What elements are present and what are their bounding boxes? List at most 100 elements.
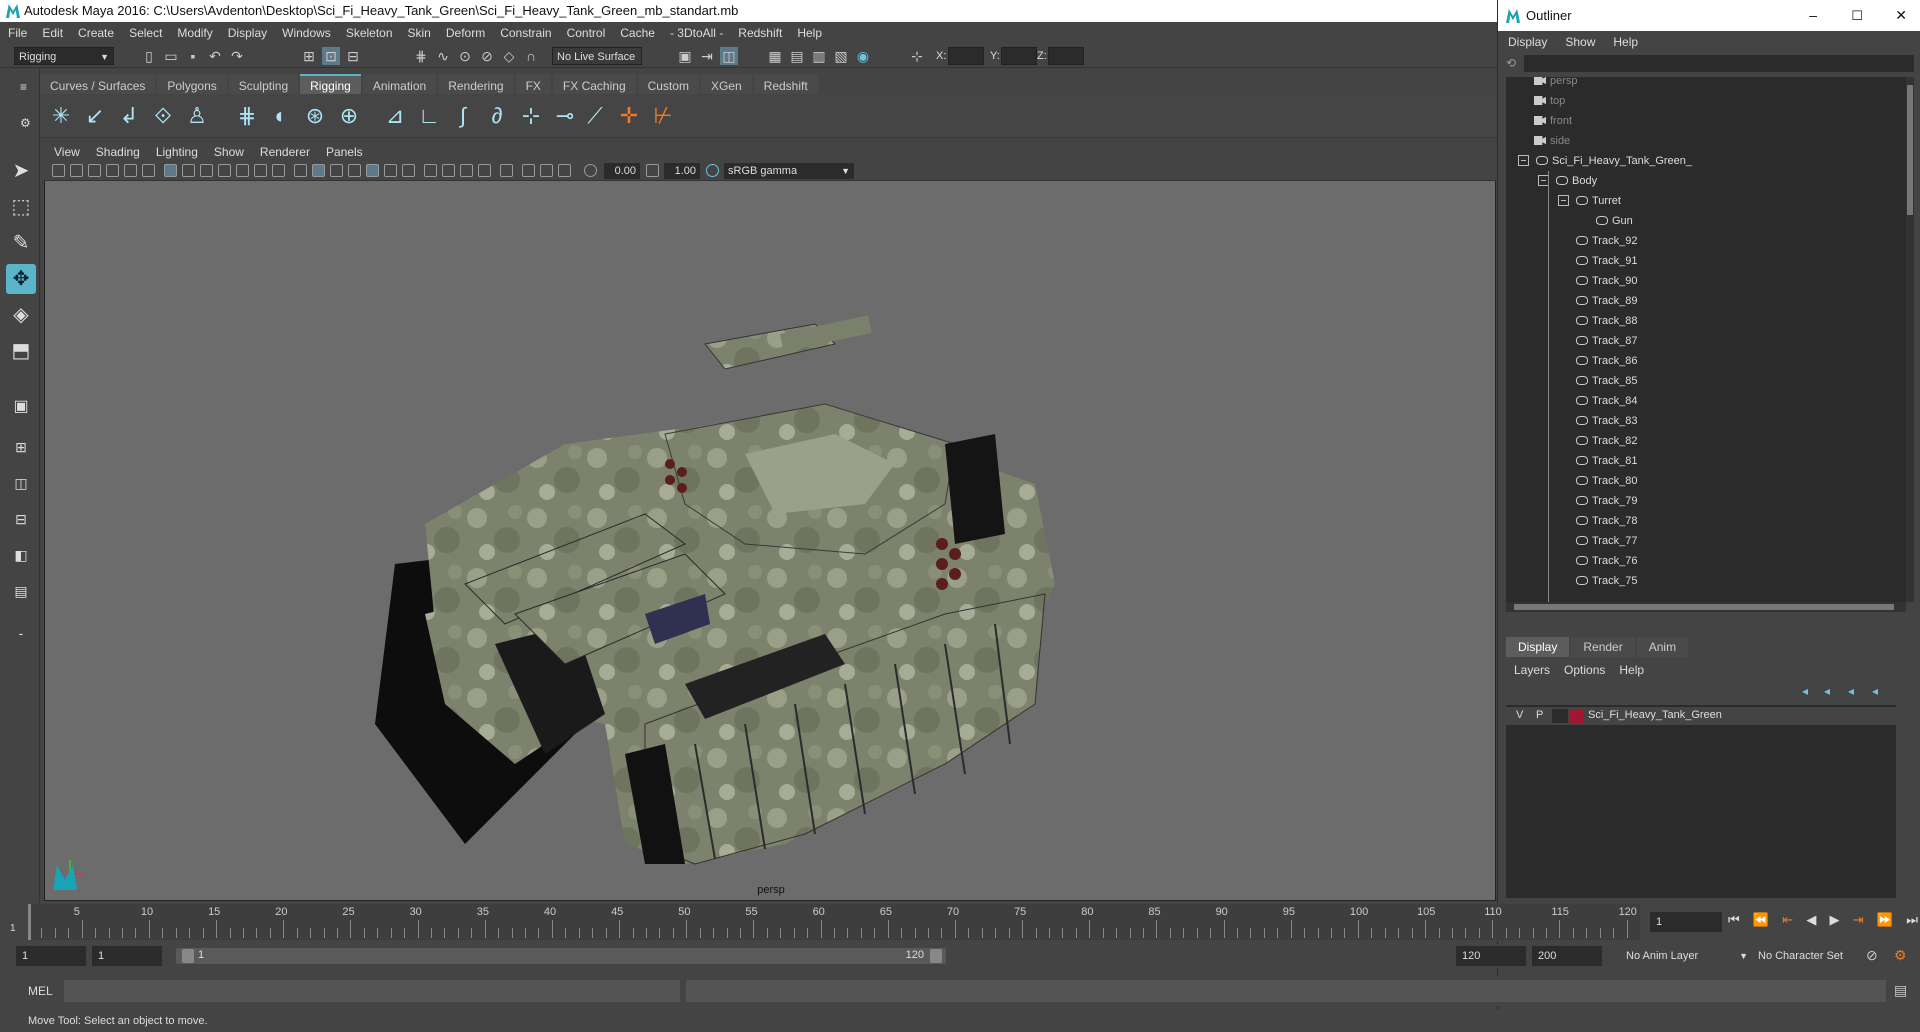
outliner-item-track[interactable]: Track_76 — [1576, 551, 1637, 571]
2d-pan-icon[interactable] — [124, 164, 137, 177]
range-start-handle[interactable] — [182, 949, 194, 963]
humanik-icon[interactable]: ♙ — [182, 101, 212, 131]
menu-set-dropdown[interactable]: Rigging ▼ — [14, 47, 114, 65]
shelf-tab-xgen[interactable]: XGen — [700, 74, 752, 94]
menu-windows[interactable]: Windows — [282, 26, 331, 40]
image-plane-icon[interactable] — [106, 164, 119, 177]
menu-cache[interactable]: Cache — [620, 26, 655, 40]
scene-end-field[interactable]: 200 — [1532, 946, 1602, 966]
camera-select-icon[interactable] — [52, 164, 65, 177]
cluster-icon[interactable]: ◐ — [266, 101, 296, 131]
menu-control[interactable]: Control — [567, 26, 606, 40]
outliner-item-track[interactable]: Track_79 — [1576, 491, 1637, 511]
select-object-icon[interactable]: ⊡ — [322, 47, 340, 65]
menu-constrain[interactable]: Constrain — [500, 26, 551, 40]
anim-layer-dropdown[interactable]: No Anim Layer ▼ — [1620, 946, 1748, 966]
joint-tool-icon[interactable]: ✳ — [46, 101, 76, 131]
outliner-item-track[interactable]: Track_82 — [1576, 431, 1637, 451]
viewport-menu-view[interactable]: View — [54, 145, 80, 159]
current-frame-field[interactable]: 1 — [1650, 912, 1722, 932]
auto-key-icon[interactable]: ⊘ — [1866, 947, 1878, 964]
redo-icon[interactable]: ↷ — [228, 47, 246, 65]
time-slider[interactable]: 1 5 10 15 20 25 30 35 40 45 50 55 60 65 70 75 80 85 90 95 1… — [0, 903, 1640, 941]
outliner-menu-show[interactable]: Show — [1565, 35, 1595, 49]
collapse-toggle-icon[interactable] — [1558, 195, 1569, 206]
outliner-item-track[interactable]: Track_90 — [1576, 271, 1637, 291]
depth-of-field-icon[interactable] — [478, 164, 491, 177]
select-component-icon[interactable]: ⊟ — [344, 47, 362, 65]
sculpt-deformer-icon[interactable]: ⊛ — [300, 101, 330, 131]
construction-history-icon[interactable]: ▣ — [676, 47, 694, 65]
close-icon[interactable]: ✕ — [1895, 0, 1907, 31]
snap-point-icon[interactable]: ⊙ — [456, 47, 474, 65]
menu-create[interactable]: Create — [78, 26, 114, 40]
viewport-menu-shading[interactable]: Shading — [96, 145, 140, 159]
single-view-layout-icon[interactable]: ▣ — [6, 392, 36, 422]
play-backward-icon[interactable]: ◀ — [1806, 912, 1816, 932]
hscroll-thumb[interactable] — [1514, 604, 1894, 610]
menu-modify[interactable]: Modify — [177, 26, 212, 40]
shadows-icon[interactable] — [402, 164, 415, 177]
safe-action-icon[interactable] — [254, 164, 267, 177]
color-space-dropdown[interactable]: sRGB gamma ▼ — [724, 163, 854, 179]
ik-spline-icon[interactable]: ↲ — [114, 101, 144, 131]
exposure-field[interactable]: 0.00 — [604, 163, 640, 179]
menu-help[interactable]: Help — [797, 26, 822, 40]
outliner-item-track[interactable]: Track_92 — [1576, 231, 1637, 251]
outliner-item-track[interactable]: Track_91 — [1576, 251, 1637, 271]
collapse-toggle-icon[interactable] — [1518, 155, 1529, 166]
new-layer-selected-icon[interactable]: ◂ — [1872, 684, 1878, 698]
shelf-tab-polygons[interactable]: Polygons — [157, 74, 227, 94]
outliner-search-input[interactable] — [1524, 55, 1914, 72]
paint-weights-icon[interactable]: ∫ — [448, 101, 478, 131]
range-slider[interactable]: 1 120 — [176, 948, 946, 964]
shelf-tab-fx-caching[interactable]: FX Caching — [552, 74, 636, 94]
outliner-item-track[interactable]: Track_78 — [1576, 511, 1637, 531]
layer-menu-help[interactable]: Help — [1619, 663, 1644, 677]
viewport-menu-panels[interactable]: Panels — [326, 145, 363, 159]
outliner-item-track[interactable]: Track_85 — [1576, 371, 1637, 391]
motion-blur-icon[interactable] — [442, 164, 455, 177]
shelf-tab-animation[interactable]: Animation — [362, 74, 437, 94]
menu-skeleton[interactable]: Skeleton — [346, 26, 393, 40]
shelf-tab-rendering[interactable]: Rendering — [438, 74, 514, 94]
gate-mask-icon[interactable] — [218, 164, 231, 177]
x-field[interactable] — [948, 47, 984, 65]
range-end-handle[interactable] — [930, 949, 942, 963]
layer-playback-toggle[interactable]: P — [1536, 709, 1543, 721]
step-forward-key-icon[interactable]: ⏩ — [1877, 912, 1893, 932]
layer-menu-layers[interactable]: Layers — [1514, 663, 1550, 677]
minimize-icon[interactable]: – — [1809, 0, 1817, 31]
new-scene-icon[interactable]: ▯ — [140, 47, 158, 65]
xray-joints-icon[interactable] — [522, 164, 535, 177]
viewport-menu-show[interactable]: Show — [214, 145, 244, 159]
menu-select[interactable]: Select — [129, 26, 162, 40]
layer-menu-options[interactable]: Options — [1564, 663, 1605, 677]
shelf-tab-fx[interactable]: FX — [515, 74, 551, 94]
shelf-tab-sculpting[interactable]: Sculpting — [228, 74, 299, 94]
ik-handle-icon[interactable]: ↙ — [80, 101, 110, 131]
scale-tool-icon[interactable]: ⬒ — [6, 336, 36, 366]
textured-icon[interactable] — [366, 164, 379, 177]
step-back-key-icon[interactable]: ⏪ — [1753, 912, 1769, 932]
shelf-settings-icon[interactable]: ⚙ — [20, 116, 31, 130]
outliner-item-track[interactable]: Track_75 — [1576, 571, 1637, 591]
command-input[interactable] — [64, 980, 680, 1002]
outliner-item-side[interactable]: side — [1534, 131, 1570, 151]
grid-toggle-icon[interactable] — [164, 164, 177, 177]
step-back-frame-icon[interactable]: ⇤ — [1782, 912, 1793, 932]
live-surface-field[interactable]: No Live Surface — [552, 47, 642, 65]
outliner-item-persp[interactable]: persp — [1534, 77, 1578, 91]
outliner-item-root[interactable]: Sci_Fi_Heavy_Tank_Green_ — [1536, 151, 1692, 171]
grease-pencil-icon[interactable] — [142, 164, 155, 177]
viewport-menu-renderer[interactable]: Renderer — [260, 145, 310, 159]
render-settings-icon[interactable]: ▧ — [832, 47, 850, 65]
outliner-item-top[interactable]: top — [1534, 91, 1565, 111]
film-gate-icon[interactable] — [182, 164, 195, 177]
outliner-item-track[interactable]: Track_88 — [1576, 311, 1637, 331]
bookmark-icon[interactable] — [88, 164, 101, 177]
gamma-field[interactable]: 1.00 — [664, 163, 700, 179]
layer-tab-display[interactable]: Display — [1506, 637, 1570, 657]
undo-icon[interactable]: ↶ — [206, 47, 224, 65]
field-chart-icon[interactable] — [236, 164, 249, 177]
